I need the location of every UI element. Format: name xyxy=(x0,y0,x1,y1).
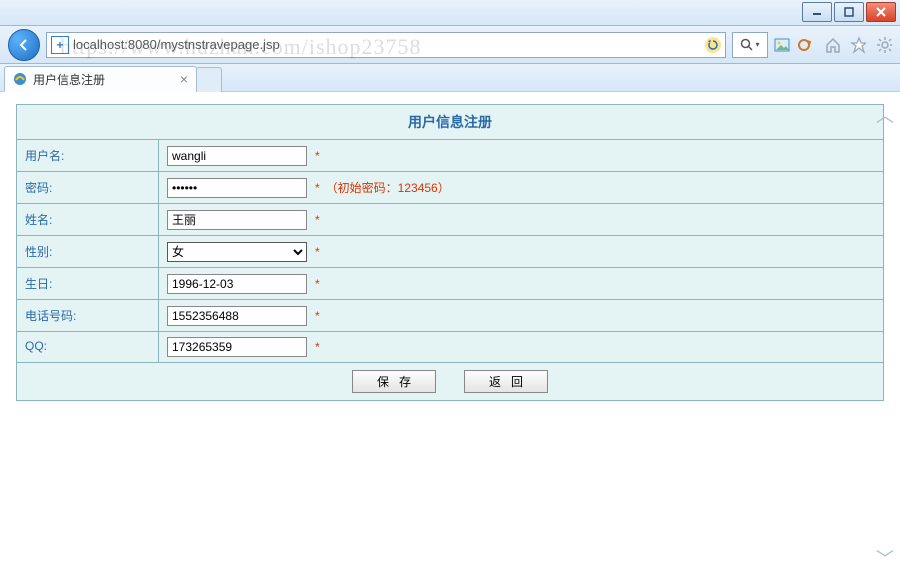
favorites-icon[interactable] xyxy=(850,37,866,53)
username-input[interactable] xyxy=(167,146,307,166)
row-password: 密码: * （初始密码：123456） xyxy=(17,172,883,204)
settings-icon[interactable] xyxy=(876,37,892,53)
registration-form: 用户信息注册 用户名: * 密码: * （初始密码：123456） 姓名: * xyxy=(16,104,884,401)
home-icon[interactable] xyxy=(824,37,840,53)
save-button[interactable]: 保存 xyxy=(352,370,436,393)
phone-input[interactable] xyxy=(167,306,307,326)
close-button[interactable] xyxy=(866,2,896,22)
row-realname: 姓名: * xyxy=(17,204,883,236)
search-icon xyxy=(740,38,754,52)
sync-icon[interactable] xyxy=(796,37,812,53)
row-gender: 性别: 女 * xyxy=(17,236,883,268)
label-phone: 电话号码: xyxy=(17,300,159,331)
tab-active[interactable]: 用户信息注册 × xyxy=(4,66,197,92)
minimize-button[interactable] xyxy=(802,2,832,22)
label-username: 用户名: xyxy=(17,140,159,171)
label-qq: QQ: xyxy=(17,332,159,362)
required-mark: * xyxy=(315,245,320,259)
page-add-icon: + xyxy=(51,36,69,54)
password-hint: （初始密码：123456） xyxy=(326,179,450,196)
row-birthday: 生日: * xyxy=(17,268,883,300)
browser-toolbar: + localhost:8080/mystnstravepage.jsp ▾ xyxy=(0,26,900,64)
new-tab-button[interactable] xyxy=(196,67,222,92)
maximize-button[interactable] xyxy=(834,2,864,22)
row-phone: 电话号码: * xyxy=(17,300,883,332)
address-bar[interactable]: + localhost:8080/mystnstravepage.jsp xyxy=(46,32,726,58)
row-username: 用户名: * xyxy=(17,140,883,172)
label-gender: 性别: xyxy=(17,236,159,267)
scroll-up-icon[interactable]: ︿ xyxy=(876,102,894,128)
row-qq: QQ: * xyxy=(17,332,883,363)
required-mark: * xyxy=(315,309,320,323)
window-titlebar xyxy=(0,0,900,26)
required-mark: * xyxy=(315,181,320,195)
label-realname: 姓名: xyxy=(17,204,159,235)
gender-select[interactable]: 女 xyxy=(167,242,307,262)
search-button[interactable]: ▾ xyxy=(732,32,768,58)
required-mark: * xyxy=(315,277,320,291)
password-input[interactable] xyxy=(167,178,307,198)
required-mark: * xyxy=(315,149,320,163)
tab-strip: 用户信息注册 × xyxy=(0,64,900,92)
label-birthday: 生日: xyxy=(17,268,159,299)
toolbar-right-icons xyxy=(818,37,892,53)
birthday-input[interactable] xyxy=(167,274,307,294)
scroll-down-icon[interactable]: ﹀ xyxy=(876,545,894,571)
button-row: 保存 返回 xyxy=(17,363,883,400)
form-title: 用户信息注册 xyxy=(17,105,883,140)
page-content: ︿ ﹀ 用户信息注册 用户名: * 密码: * （初始密码：123456） 姓名… xyxy=(0,92,900,577)
url-text: localhost:8080/mystnstravepage.jsp xyxy=(73,37,701,52)
label-password: 密码: xyxy=(17,172,159,203)
back-button-form[interactable]: 返回 xyxy=(464,370,548,393)
tab-close-icon[interactable]: × xyxy=(180,71,188,87)
image-icon[interactable] xyxy=(774,37,790,53)
refresh-icon[interactable] xyxy=(705,37,721,53)
qq-input[interactable] xyxy=(167,337,307,357)
tab-title: 用户信息注册 xyxy=(33,71,105,88)
required-mark: * xyxy=(315,213,320,227)
required-mark: * xyxy=(315,340,320,354)
back-button[interactable] xyxy=(8,29,40,61)
ie-favicon xyxy=(13,72,27,86)
realname-input[interactable] xyxy=(167,210,307,230)
